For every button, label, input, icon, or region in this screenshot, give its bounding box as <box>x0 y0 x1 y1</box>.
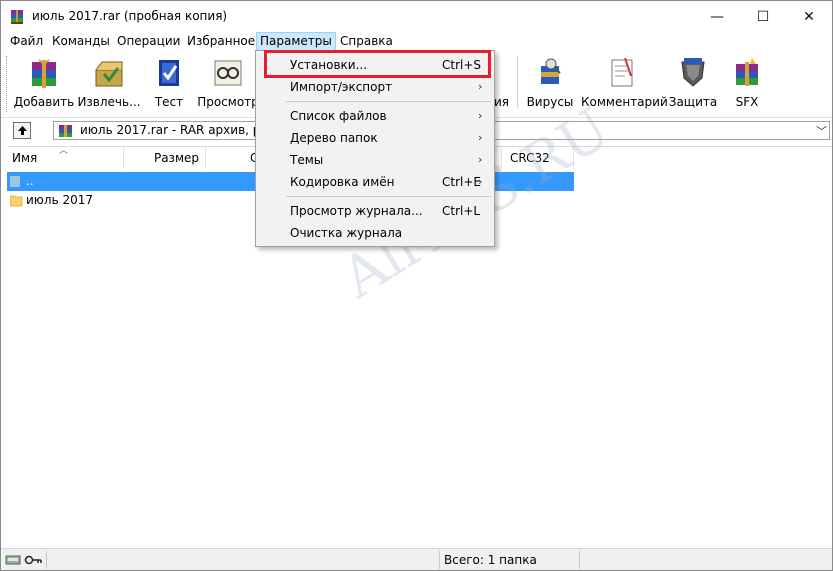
status-divider <box>579 551 580 569</box>
title-bar[interactable]: июль 2017.rar (пробная копия) — ☐ ✕ <box>1 1 832 32</box>
toolbar-grip[interactable] <box>6 56 9 112</box>
row-name: .. <box>26 174 34 188</box>
menu-operations[interactable]: Операции <box>114 32 183 52</box>
sort-ascending-icon: ︿ <box>59 146 69 156</box>
status-divider <box>439 551 440 569</box>
close-icon: ✕ <box>803 8 815 25</box>
menu-item-themes-label: Темы <box>290 153 324 167</box>
column-header-size[interactable]: Размер <box>124 147 206 169</box>
menu-file[interactable]: Файл <box>7 32 46 52</box>
add-archive-icon <box>32 59 56 88</box>
up-folder-button[interactable] <box>13 122 31 139</box>
menu-item-name-encoding-shortcut: Ctrl+E <box>442 175 481 189</box>
menu-item-file-list[interactable]: Список файлов › <box>258 105 492 127</box>
menu-separator <box>286 101 491 102</box>
extract-button-label: Извлечь... <box>77 95 141 109</box>
minimize-button[interactable]: — <box>694 1 740 32</box>
status-text: Всего: 1 папка <box>444 553 537 567</box>
status-divider <box>46 551 47 569</box>
minimize-icon: — <box>710 8 724 25</box>
chevron-down-icon[interactable]: ﹀ <box>816 123 827 139</box>
parent-folder-icon <box>10 176 20 187</box>
rar-archive-icon <box>59 125 72 137</box>
view-icon <box>214 60 242 86</box>
column-header-name-label: Имя <box>12 151 38 165</box>
menu-item-view-log-shortcut: Ctrl+L <box>442 204 481 218</box>
menu-bar: Файл Команды Операции Избранное Параметр… <box>1 32 832 52</box>
view-button-label: Просмотр <box>197 95 259 109</box>
chevron-right-icon: › <box>478 131 483 144</box>
menu-item-file-list-label: Список файлов <box>290 109 387 123</box>
extract-button[interactable]: Извлечь... <box>77 52 141 114</box>
row-name: июль 2017 <box>26 193 93 207</box>
menu-item-import-export[interactable]: Импорт/экспорт › <box>258 76 492 98</box>
menu-item-import-export-label: Импорт/экспорт <box>290 80 393 94</box>
comment-icon <box>611 57 633 87</box>
arrow-up-icon <box>17 126 27 135</box>
window-title: июль 2017.rar (пробная копия) <box>32 9 228 23</box>
close-button[interactable]: ✕ <box>786 1 832 32</box>
menu-options[interactable]: Параметры <box>256 32 336 52</box>
menu-help[interactable]: Справка <box>337 32 396 52</box>
test-button-label: Тест <box>154 95 184 109</box>
protect-icon <box>681 58 705 87</box>
comment-button-label: Комментарий <box>581 95 668 109</box>
sfx-icon <box>736 58 758 86</box>
add-button[interactable]: Добавить <box>13 52 75 114</box>
virus-scan-icon <box>541 58 561 84</box>
folder-icon <box>10 195 23 207</box>
extract-icon <box>95 61 123 87</box>
maximize-icon: ☐ <box>756 8 770 25</box>
menu-item-name-encoding-label: Кодировка имён <box>290 175 395 189</box>
virus-scan-button[interactable]: Вирусы <box>523 52 577 114</box>
toolbar-separator <box>517 56 518 108</box>
column-header-crc32[interactable]: CRC32 <box>502 147 574 169</box>
view-button[interactable]: Просмотр <box>197 52 259 114</box>
chevron-right-icon: › <box>478 175 483 188</box>
menu-item-name-encoding[interactable]: Кодировка имён Ctrl+E › <box>258 171 492 193</box>
menu-item-themes[interactable]: Темы › <box>258 149 492 171</box>
menu-item-view-log[interactable]: Просмотр журнала... Ctrl+L <box>258 200 492 222</box>
status-bar: Всего: 1 папка <box>1 548 832 570</box>
menu-item-folder-tree[interactable]: Дерево папок › <box>258 127 492 149</box>
test-button[interactable]: Тест <box>143 52 195 114</box>
winrar-app-icon <box>11 10 23 24</box>
column-header-size-label: Размер <box>153 151 199 165</box>
menu-favorites[interactable]: Избранное <box>184 32 258 52</box>
chevron-right-icon: › <box>478 109 483 122</box>
menu-item-view-log-label: Просмотр журнала... <box>290 204 423 218</box>
menu-item-clear-log-label: Очистка журнала <box>290 226 403 240</box>
protect-button-label: Защита <box>668 95 718 109</box>
sfx-button[interactable]: SFX <box>723 52 771 114</box>
sfx-button-label: SFX <box>735 95 759 109</box>
winrar-window: июль 2017.rar (пробная копия) — ☐ ✕ Файл… <box>0 0 833 571</box>
comment-button[interactable]: Комментарий <box>581 52 668 114</box>
virus-scan-button-label: Вирусы <box>526 95 574 109</box>
highlight-annotation-box <box>264 50 491 78</box>
menu-commands[interactable]: Команды <box>49 32 113 52</box>
protect-button[interactable]: Защита <box>665 52 721 114</box>
test-icon <box>159 60 179 86</box>
chevron-right-icon: › <box>478 80 483 93</box>
menu-separator <box>286 196 491 197</box>
options-menu-dropdown: Установки... Ctrl+S Импорт/экспорт › Спи… <box>255 50 495 247</box>
menu-item-folder-tree-label: Дерево папок <box>290 131 378 145</box>
menu-item-clear-log[interactable]: Очистка журнала <box>258 222 492 244</box>
chevron-right-icon: › <box>478 153 483 166</box>
drive-key-icon <box>5 555 42 565</box>
add-button-label: Добавить <box>13 95 75 109</box>
column-header-crc32-label: CRC32 <box>510 151 550 165</box>
maximize-button[interactable]: ☐ <box>740 1 786 32</box>
column-header-name[interactable]: ︿ Имя <box>7 146 124 169</box>
